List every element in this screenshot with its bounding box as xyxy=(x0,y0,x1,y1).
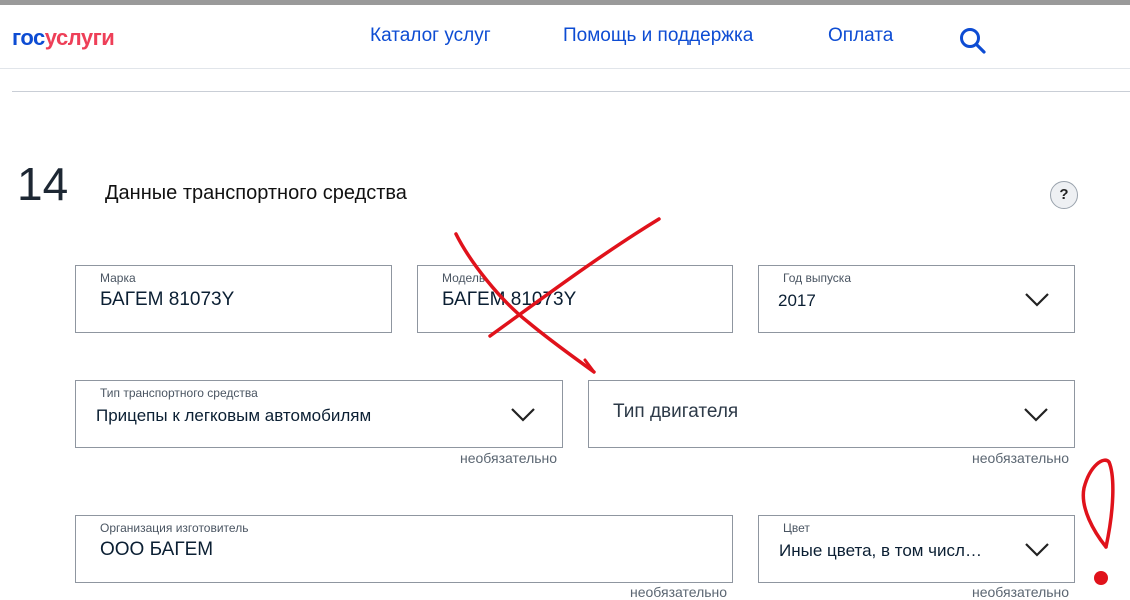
gosuslugi-logo[interactable]: госуслуги xyxy=(12,25,115,51)
manufacturer-label: Организация изготовитель xyxy=(100,521,249,535)
logo-part-gos: гос xyxy=(12,25,45,50)
nav-help-link[interactable]: Помощь и поддержка xyxy=(563,25,753,47)
engine-type-optional-hint: необязательно xyxy=(972,450,1070,466)
color-select[interactable]: Цвет Иные цвета, в том числ… xyxy=(758,515,1075,583)
chevron-down-icon xyxy=(511,408,535,422)
model-field[interactable]: Модель БАГЕМ 81073Y xyxy=(417,265,733,333)
red-exclamation-dot xyxy=(1094,571,1108,585)
color-label: Цвет xyxy=(783,521,810,535)
color-optional-hint: необязательно xyxy=(972,584,1070,600)
logo-part-uslugi: услуги xyxy=(44,25,115,50)
chevron-down-icon xyxy=(1025,293,1049,307)
engine-type-select[interactable]: Тип двигателя xyxy=(588,380,1075,448)
section-title: Данные транспортного средства xyxy=(105,182,407,204)
engine-type-placeholder: Тип двигателя xyxy=(613,401,739,422)
manufacturer-value: ООО БАГЕМ xyxy=(100,539,214,560)
red-exclamation-stroke xyxy=(1081,458,1115,549)
vehicle-type-optional-hint: необязательно xyxy=(460,450,558,466)
manufacturer-optional-hint: необязательно xyxy=(630,584,728,600)
model-value: БАГЕМ 81073Y xyxy=(442,289,577,310)
section-divider xyxy=(12,91,1130,92)
site-header: госуслуги Каталог услуг Помощь и поддерж… xyxy=(0,5,1130,69)
nav-catalog-link[interactable]: Каталог услуг xyxy=(370,25,491,47)
nav-payment-link[interactable]: Оплата xyxy=(828,25,893,47)
step-number: 14 xyxy=(17,158,69,210)
brand-value: БАГЕМ 81073Y xyxy=(100,289,235,310)
model-label: Модель xyxy=(442,271,486,285)
search-icon[interactable] xyxy=(959,27,987,55)
vehicle-type-label: Тип транспортного средства xyxy=(100,386,258,400)
year-select[interactable]: Год выпуска 2017 xyxy=(758,265,1075,333)
brand-field[interactable]: Марка БАГЕМ 81073Y xyxy=(75,265,392,333)
year-value: 2017 xyxy=(778,291,816,310)
color-value: Иные цвета, в том числ… xyxy=(779,541,982,560)
vehicle-type-value: Прицепы к легковым автомобилям xyxy=(96,406,372,425)
red-cross-stroke-1-tip xyxy=(583,358,596,374)
vehicle-type-select[interactable]: Тип транспортного средства Прицепы к лег… xyxy=(75,380,563,448)
chevron-down-icon xyxy=(1024,408,1048,422)
year-label: Год выпуска xyxy=(783,271,851,285)
help-button[interactable]: ? xyxy=(1050,181,1078,209)
chevron-down-icon xyxy=(1025,543,1049,557)
manufacturer-field[interactable]: Организация изготовитель ООО БАГЕМ xyxy=(75,515,733,583)
brand-label: Марка xyxy=(100,271,136,285)
